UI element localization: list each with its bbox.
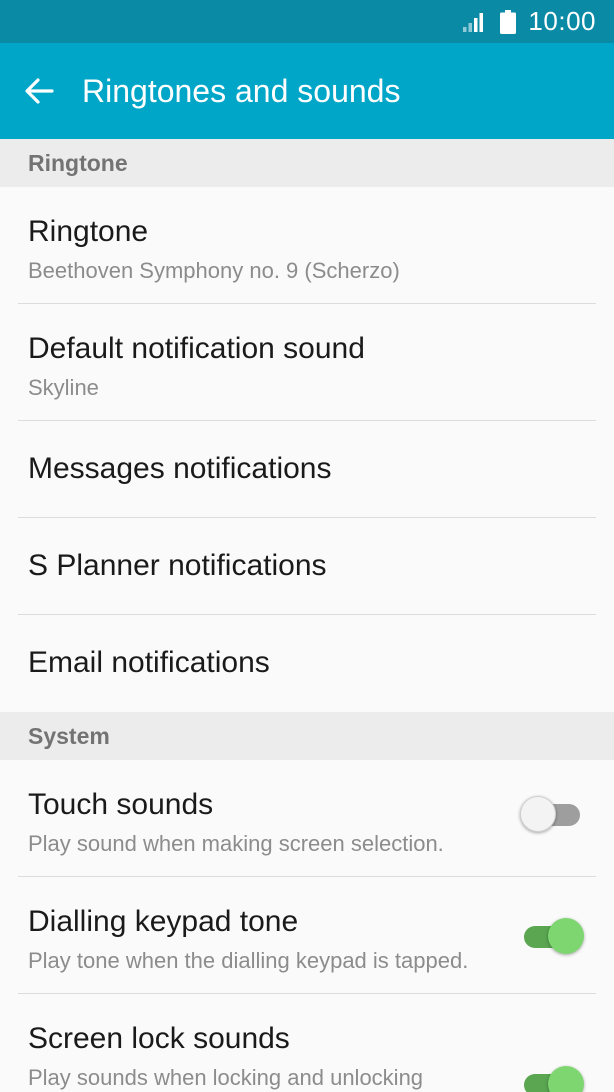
email-notifications-item[interactable]: Email notifications	[18, 615, 596, 712]
battery-icon	[500, 9, 517, 34]
section-header-system: System	[0, 712, 614, 760]
item-subtitle: Play sound when making screen selection.	[28, 831, 444, 856]
messages-notifications-item[interactable]: Messages notifications	[18, 421, 596, 518]
touch-sounds-toggle[interactable]	[520, 794, 584, 834]
dialling-keypad-tone-toggle[interactable]	[520, 916, 584, 956]
touch-sounds-item[interactable]: Touch sounds Play sound when making scre…	[18, 760, 596, 877]
clock: 10:00	[528, 6, 596, 36]
item-subtitle: Play tone when the dialling keypad is ta…	[28, 948, 469, 973]
item-title: Ringtone	[28, 215, 149, 248]
item-title: Touch sounds	[28, 788, 214, 821]
screen-lock-sounds-item[interactable]: Screen lock sounds Play sounds when lock…	[18, 994, 596, 1092]
default-notification-sound-item[interactable]: Default notification sound Skyline	[18, 304, 596, 421]
toggle-thumb	[548, 918, 584, 954]
app-bar: Ringtones and sounds	[0, 43, 614, 139]
ringtone-item[interactable]: Ringtone Beethoven Symphony no. 9 (Scher…	[18, 187, 596, 304]
status-icons: 10:00	[462, 0, 596, 43]
section-header-ringtone: Ringtone	[0, 139, 614, 187]
item-title: Messages notifications	[28, 452, 332, 485]
item-subtitle: Skyline	[28, 375, 99, 400]
page-title: Ringtones and sounds	[82, 73, 401, 109]
item-title: S Planner notifications	[28, 549, 327, 582]
arrow-left-icon[interactable]	[18, 70, 60, 112]
item-subtitle: Beethoven Symphony no. 9 (Scherzo)	[28, 258, 400, 283]
signal-icon	[463, 12, 484, 32]
dialling-keypad-tone-item[interactable]: Dialling keypad tone Play tone when the …	[18, 877, 596, 994]
item-title: Email notifications	[28, 646, 270, 679]
item-title: Dialling keypad tone	[28, 905, 299, 938]
status-bar: 10:00	[0, 0, 614, 43]
screen-lock-sounds-toggle[interactable]	[520, 1064, 584, 1092]
toggle-thumb	[520, 796, 556, 832]
toggle-thumb	[548, 1066, 584, 1092]
s-planner-notifications-item[interactable]: S Planner notifications	[18, 518, 596, 615]
item-title: Screen lock sounds	[28, 1022, 290, 1055]
item-title: Default notification sound	[28, 332, 365, 365]
settings-list[interactable]: Ringtone Ringtone Beethoven Symphony no.…	[0, 139, 614, 1092]
item-subtitle: Play sounds when locking and unlocking	[28, 1065, 424, 1090]
